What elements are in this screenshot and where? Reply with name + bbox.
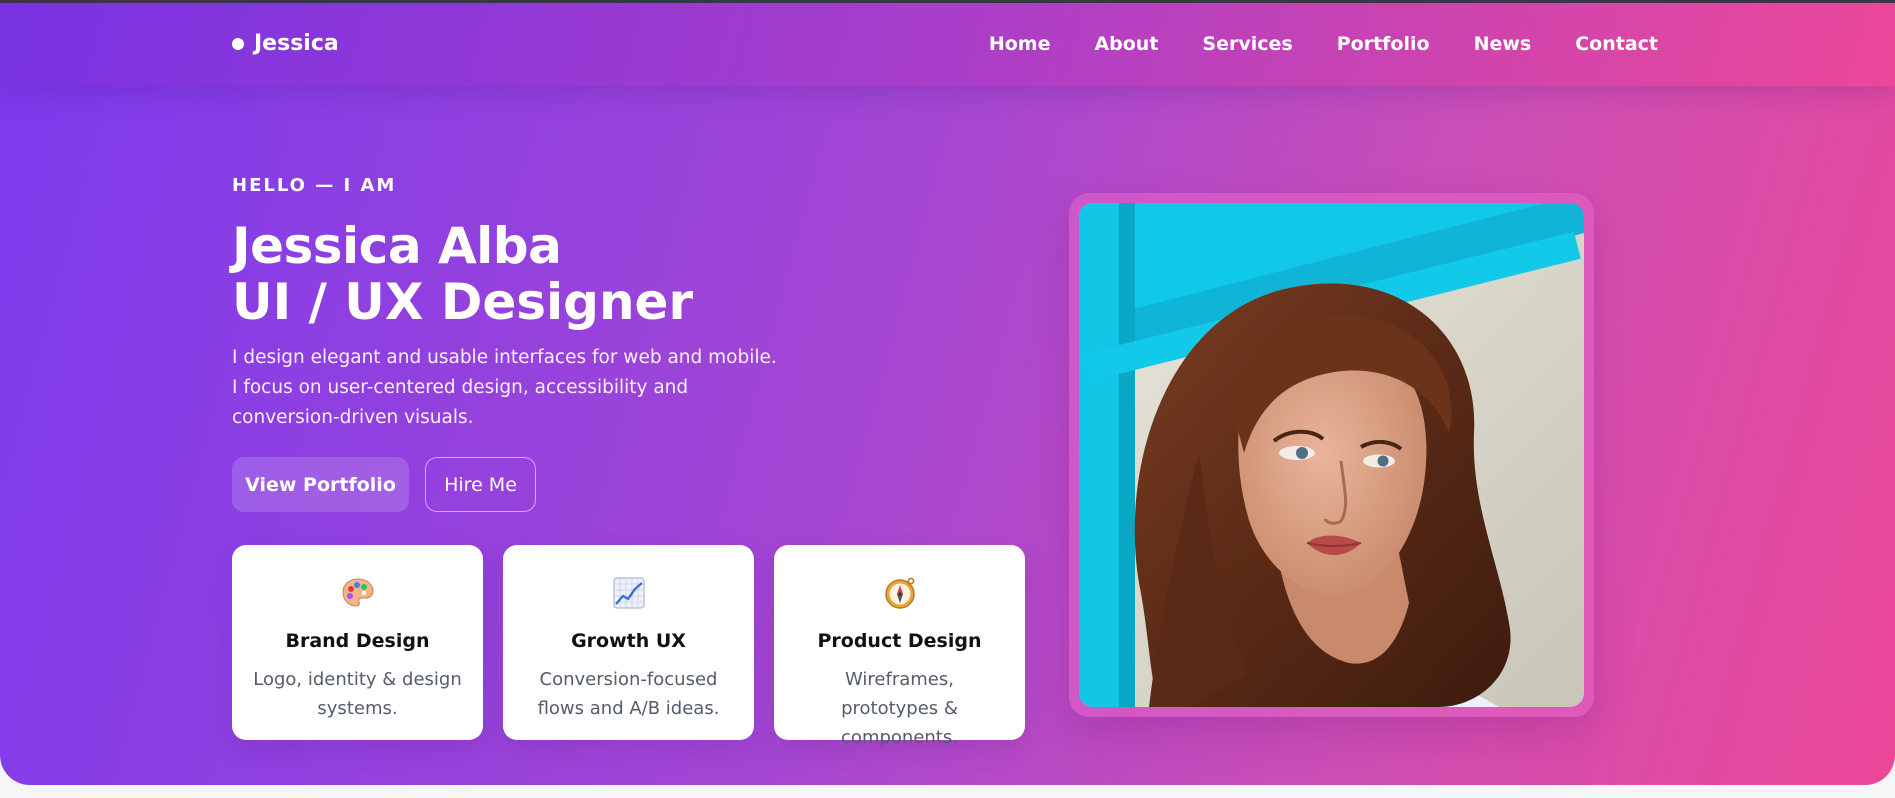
hero-eyebrow: HELLO — I AM — [232, 175, 397, 196]
hero-description-line: conversion-driven visuals. — [232, 407, 474, 428]
hero-section: Jessica Home About Services Portfolio Ne… — [0, 0, 1895, 785]
nav-link-news[interactable]: News — [1474, 33, 1532, 55]
compass-icon — [774, 575, 1025, 611]
hero-description: I design elegant and usable interfaces f… — [232, 343, 792, 433]
nav-link-home[interactable]: Home — [989, 33, 1051, 55]
portrait-frame — [1069, 193, 1594, 717]
service-card-title: Brand Design — [285, 630, 430, 652]
service-card-growth-ux[interactable]: Growth UX Conversion-focused flows and A… — [503, 545, 754, 740]
brand-name: Jessica — [254, 31, 339, 56]
brand-logo[interactable]: Jessica — [232, 31, 339, 56]
palette-icon — [232, 575, 483, 611]
hero-description-line: I design elegant and usable interfaces f… — [232, 347, 777, 368]
service-card-title: Growth UX — [571, 630, 686, 652]
nav-menu: Home About Services Portfolio News Conta… — [989, 33, 1658, 55]
service-card-title: Product Design — [817, 630, 982, 652]
nav-link-contact[interactable]: Contact — [1575, 33, 1658, 55]
view-portfolio-button[interactable]: View Portfolio — [232, 457, 409, 512]
service-card-text: Wireframes, prototypes & components. — [841, 669, 958, 748]
hire-me-button[interactable]: Hire Me — [425, 457, 536, 512]
service-card-text: Conversion-focused flows and A/B ideas. — [537, 669, 720, 719]
top-navbar: Jessica Home About Services Portfolio Ne… — [0, 3, 1895, 86]
service-card-brand-design[interactable]: Brand Design Logo, identity & design sys… — [232, 545, 483, 740]
nav-link-about[interactable]: About — [1094, 33, 1158, 55]
hero-title: Jessica Alba UI / UX Designer — [232, 218, 693, 330]
nav-link-portfolio[interactable]: Portfolio — [1337, 33, 1430, 55]
nav-link-services[interactable]: Services — [1202, 33, 1292, 55]
brand-dot-icon — [232, 37, 244, 50]
hero-description-line: I focus on user-centered design, accessi… — [232, 377, 689, 398]
service-card-product-design[interactable]: Product Design Wireframes, prototypes & … — [774, 545, 1025, 748]
service-card-text: Logo, identity & design systems. — [253, 669, 462, 719]
hero-role: UI / UX Designer — [232, 273, 694, 331]
chart-increasing-icon — [503, 575, 754, 611]
portrait-photo — [1079, 203, 1584, 707]
hero-name: Jessica Alba — [232, 217, 562, 275]
